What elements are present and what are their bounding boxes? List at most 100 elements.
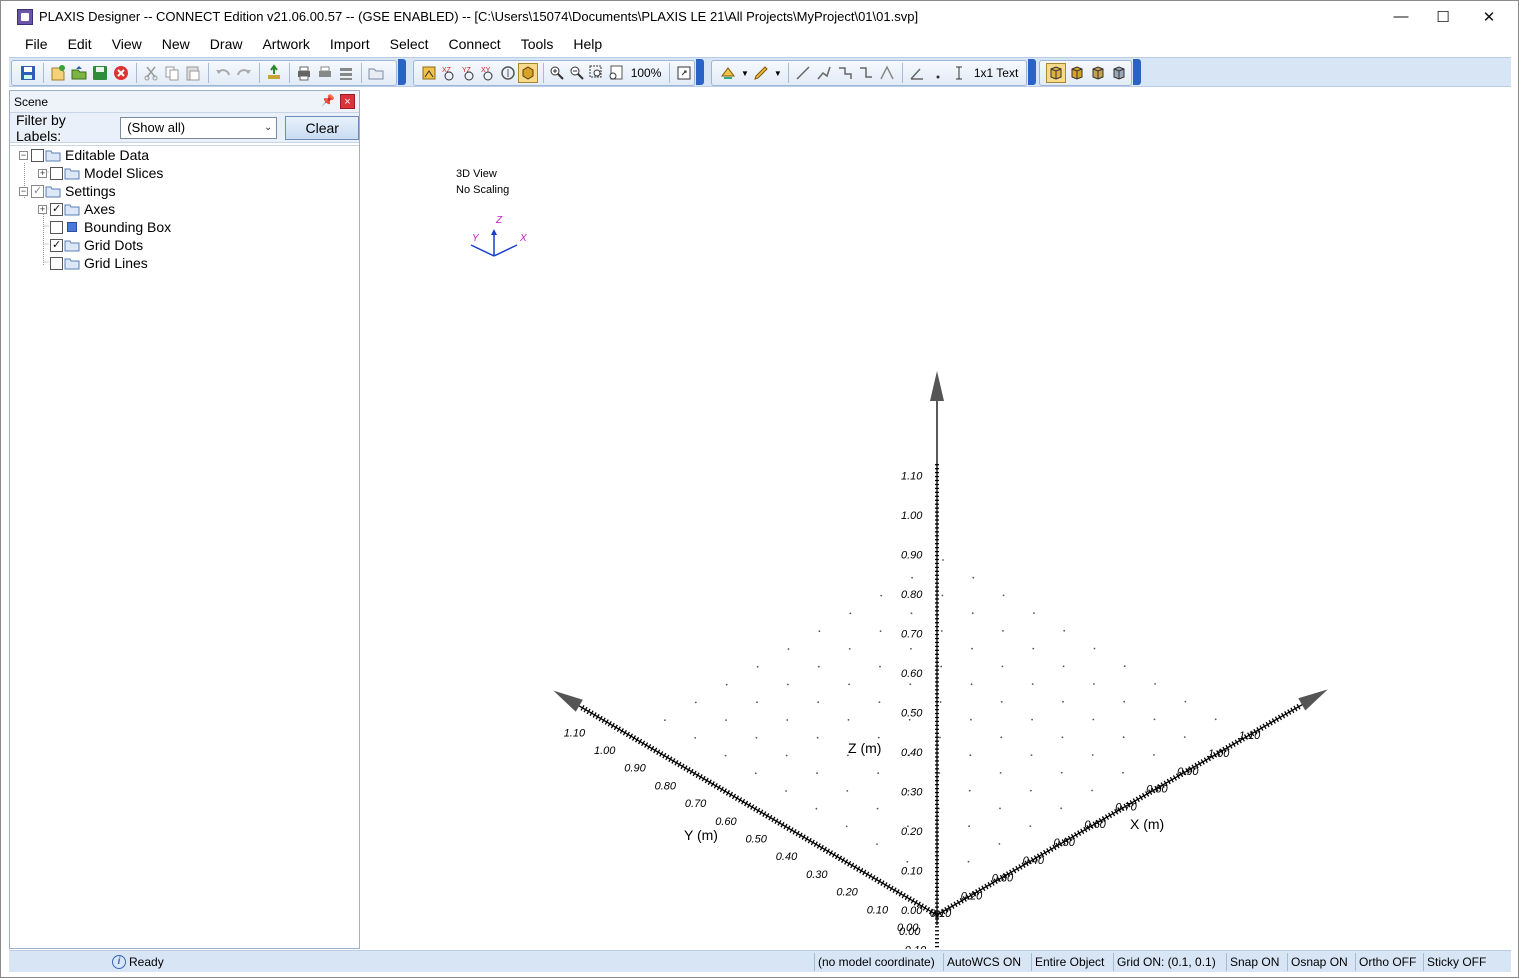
draw-dimension-icon[interactable] bbox=[856, 63, 876, 83]
view-xy-icon[interactable]: XY bbox=[479, 63, 498, 83]
solid-view-icon[interactable] bbox=[1067, 63, 1087, 83]
checkbox-grid-lines[interactable] bbox=[50, 256, 63, 270]
layer-style-icon[interactable] bbox=[718, 63, 738, 83]
tree-node-grid-lines[interactable]: Grid Lines bbox=[50, 254, 148, 272]
point-label-icon[interactable] bbox=[928, 63, 948, 83]
3d-viewport[interactable]: 3D View No Scaling Z Y X -0.100.000.100.… bbox=[363, 89, 1511, 949]
status-autowcs[interactable]: AutoWCS ON bbox=[943, 953, 1024, 971]
draw-polyline-icon[interactable] bbox=[814, 63, 834, 83]
menu-artwork[interactable]: Artwork bbox=[252, 33, 319, 55]
grid-dot bbox=[1060, 807, 1063, 810]
cut-icon[interactable] bbox=[141, 63, 161, 83]
save-icon[interactable] bbox=[90, 63, 110, 83]
page-setup-icon[interactable] bbox=[336, 63, 356, 83]
zoom-window-icon[interactable] bbox=[587, 63, 606, 83]
status-osnap[interactable]: Osnap ON bbox=[1287, 953, 1351, 971]
view-3d-icon[interactable] bbox=[518, 63, 539, 83]
grid-dot bbox=[1214, 718, 1217, 721]
toolbar-group-handle[interactable] bbox=[1133, 59, 1141, 85]
draw-line-icon[interactable] bbox=[793, 63, 813, 83]
scene-canvas[interactable]: Z Y X -0.10 0.00 0.10 0.20 0.30 0.40 0.50 0.60 0… bbox=[363, 89, 1511, 949]
menu-select[interactable]: Select bbox=[380, 33, 439, 55]
draw-slice-icon[interactable] bbox=[877, 63, 897, 83]
checkbox-settings[interactable] bbox=[31, 184, 44, 198]
draw-angle-icon[interactable] bbox=[907, 63, 927, 83]
new-file-icon[interactable] bbox=[48, 63, 68, 83]
vertical-dimension-icon[interactable] bbox=[949, 63, 969, 83]
view-model-icon[interactable] bbox=[420, 63, 439, 83]
checkbox-grid-dots[interactable] bbox=[50, 238, 63, 252]
menu-draw[interactable]: Draw bbox=[200, 33, 253, 55]
menu-new[interactable]: New bbox=[152, 33, 200, 55]
zoom-level[interactable]: 100% bbox=[627, 66, 666, 80]
copy-icon[interactable] bbox=[162, 63, 182, 83]
tree-node-grid-dots[interactable]: Grid Dots bbox=[50, 236, 143, 254]
close-project-icon[interactable] bbox=[111, 63, 131, 83]
draw-connector-icon[interactable] bbox=[835, 63, 855, 83]
checkbox-editable-data[interactable] bbox=[31, 148, 44, 162]
checkbox-bounding-box[interactable] bbox=[50, 220, 63, 234]
rotate-view-icon[interactable] bbox=[499, 63, 518, 83]
menu-tools[interactable]: Tools bbox=[511, 33, 564, 55]
transparent-view-icon[interactable] bbox=[1088, 63, 1108, 83]
tree-node-settings[interactable]: − Settings bbox=[19, 182, 116, 200]
maximize-button[interactable]: ☐ bbox=[1420, 1, 1466, 32]
toolbar-group-handle[interactable] bbox=[398, 59, 406, 85]
toolbar-group-handle[interactable] bbox=[696, 59, 704, 85]
dropdown-arrow-icon[interactable]: ▼ bbox=[739, 69, 751, 78]
clear-button[interactable]: Clear bbox=[285, 115, 359, 140]
export-icon[interactable] bbox=[264, 63, 284, 83]
tree-node-editable-data[interactable]: − Editable Data bbox=[19, 146, 149, 164]
view-xz-icon[interactable]: XZ bbox=[440, 63, 459, 83]
y-tick-label: 0.60 bbox=[715, 816, 737, 828]
pen-style-icon[interactable] bbox=[751, 63, 771, 83]
close-window-button[interactable]: ✕ bbox=[1466, 1, 1512, 32]
tree-node-axes[interactable]: + Axes bbox=[38, 200, 115, 218]
status-grid[interactable]: Grid ON: (0.1, 0.1) bbox=[1113, 953, 1219, 971]
status-sticky[interactable]: Sticky OFF bbox=[1423, 953, 1489, 971]
view-yz-icon[interactable]: YZ bbox=[459, 63, 478, 83]
close-panel-button[interactable]: × bbox=[340, 94, 355, 109]
status-object-mode[interactable]: Entire Object bbox=[1031, 953, 1107, 971]
z-tick-label: 0.50 bbox=[901, 708, 923, 720]
tree-node-model-slices[interactable]: + Model Slices bbox=[38, 164, 163, 182]
open-file-icon[interactable] bbox=[69, 63, 89, 83]
toolbar-group-handle[interactable] bbox=[1028, 59, 1036, 85]
menu-import[interactable]: Import bbox=[320, 33, 380, 55]
menu-edit[interactable]: Edit bbox=[58, 33, 102, 55]
text-tool[interactable]: 1x1 Text bbox=[970, 66, 1022, 80]
tree-node-label: Bounding Box bbox=[84, 219, 172, 235]
status-snap[interactable]: Snap ON bbox=[1226, 953, 1282, 971]
tree-node-bounding-box[interactable]: Bounding Box bbox=[50, 218, 171, 236]
redo-icon[interactable] bbox=[234, 63, 254, 83]
menu-connect[interactable]: Connect bbox=[439, 33, 511, 55]
menu-help[interactable]: Help bbox=[563, 33, 612, 55]
zoom-extents-icon[interactable] bbox=[607, 63, 626, 83]
checkbox-axes[interactable] bbox=[50, 202, 63, 216]
menu-file[interactable]: File bbox=[15, 33, 58, 55]
dropdown-arrow-icon[interactable]: ▼ bbox=[772, 69, 784, 78]
expand-toggle[interactable]: + bbox=[38, 204, 47, 214]
save-project-icon[interactable] bbox=[18, 63, 38, 83]
collapse-toggle[interactable]: − bbox=[19, 150, 28, 160]
fit-to-window-icon[interactable] bbox=[674, 63, 693, 83]
menu-view[interactable]: View bbox=[102, 33, 152, 55]
label-filter-select[interactable]: (Show all) ⌄ bbox=[120, 116, 278, 139]
grid-dot bbox=[1001, 665, 1004, 668]
zoom-out-icon[interactable] bbox=[568, 63, 587, 83]
expand-toggle[interactable]: + bbox=[38, 168, 47, 178]
collapse-toggle[interactable]: − bbox=[19, 186, 28, 196]
folder-icon[interactable] bbox=[366, 63, 386, 83]
undo-icon[interactable] bbox=[213, 63, 233, 83]
paste-icon[interactable] bbox=[183, 63, 203, 83]
pin-icon[interactable]: 📌 bbox=[321, 94, 335, 107]
grid-dot bbox=[1031, 683, 1034, 685]
minimize-button[interactable]: — bbox=[1378, 1, 1424, 32]
checkbox-model-slices[interactable] bbox=[50, 166, 63, 180]
wireframe-view-icon[interactable] bbox=[1109, 63, 1129, 83]
shaded-view-icon[interactable] bbox=[1046, 63, 1066, 83]
status-ortho[interactable]: Ortho OFF bbox=[1355, 953, 1419, 971]
print-icon[interactable] bbox=[294, 63, 314, 83]
print-preview-icon[interactable] bbox=[315, 63, 335, 83]
zoom-in-icon[interactable] bbox=[548, 63, 567, 83]
